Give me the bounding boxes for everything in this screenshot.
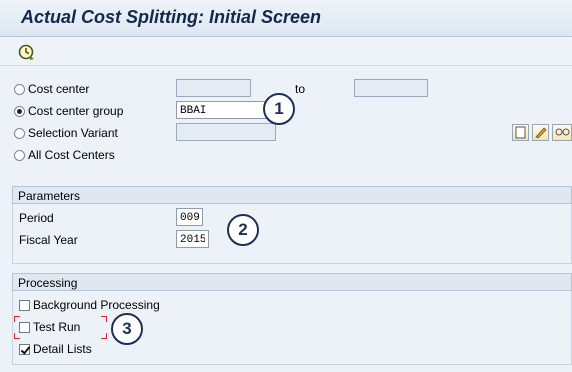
all-cost-centers-radio[interactable] bbox=[14, 150, 25, 161]
fiscal-year-label: Fiscal Year bbox=[19, 233, 78, 247]
cost-center-group-label: Cost center group bbox=[28, 104, 124, 118]
processing-header-label: Processing bbox=[18, 276, 78, 290]
cost-center-to-field[interactable] bbox=[354, 79, 428, 97]
parameters-header-label: Parameters bbox=[18, 189, 81, 203]
background-processing-label: Background Processing bbox=[33, 298, 160, 312]
cost-center-from-input[interactable] bbox=[177, 81, 250, 97]
execute-clock-icon[interactable] bbox=[17, 43, 37, 61]
callout-2-badge: 2 bbox=[227, 214, 259, 246]
cost-center-group-input[interactable] bbox=[177, 103, 275, 119]
selection-variant-input[interactable] bbox=[177, 125, 275, 141]
detail-lists-label: Detail Lists bbox=[33, 342, 92, 356]
cost-center-to-input[interactable] bbox=[355, 81, 427, 97]
background-processing-checkbox[interactable] bbox=[19, 300, 30, 311]
callout-3-badge: 3 bbox=[111, 313, 143, 345]
highlight-bracket-br bbox=[101, 333, 107, 339]
fiscal-year-input[interactable] bbox=[177, 232, 208, 248]
cost-center-from-field[interactable] bbox=[176, 79, 251, 97]
application-toolbar bbox=[0, 37, 572, 66]
fiscal-year-field[interactable] bbox=[176, 230, 209, 248]
create-icon[interactable] bbox=[512, 124, 529, 141]
test-run-label: Test Run bbox=[33, 320, 81, 334]
cost-center-to-label: to bbox=[295, 82, 306, 96]
highlight-bracket-tl bbox=[14, 316, 20, 322]
all-cost-centers-label: All Cost Centers bbox=[28, 148, 115, 162]
display-icon[interactable] bbox=[552, 124, 572, 141]
processing-section-header: Processing bbox=[12, 273, 572, 291]
page-title: Actual Cost Splitting: Initial Screen bbox=[21, 7, 322, 27]
highlight-bracket-bl bbox=[14, 333, 20, 339]
selection-variant-field[interactable] bbox=[176, 123, 276, 141]
selection-variant-label: Selection Variant bbox=[28, 126, 118, 140]
highlight-bracket-tr bbox=[101, 316, 107, 322]
test-run-checkbox[interactable] bbox=[19, 322, 30, 333]
selection-variant-radio[interactable] bbox=[14, 128, 25, 139]
change-icon[interactable] bbox=[532, 124, 549, 141]
cost-center-label: Cost center bbox=[28, 82, 90, 96]
parameters-section bbox=[12, 204, 572, 264]
callout-1-badge: 1 bbox=[263, 93, 295, 125]
period-label: Period bbox=[19, 211, 54, 225]
period-field[interactable] bbox=[176, 208, 203, 226]
cost-center-radio[interactable] bbox=[14, 84, 25, 95]
detail-lists-checkbox[interactable] bbox=[19, 344, 30, 355]
cost-center-group-radio[interactable] bbox=[14, 106, 25, 117]
parameters-section-header: Parameters bbox=[12, 186, 572, 204]
cost-center-group-field[interactable] bbox=[176, 101, 276, 119]
period-input[interactable] bbox=[177, 210, 202, 226]
